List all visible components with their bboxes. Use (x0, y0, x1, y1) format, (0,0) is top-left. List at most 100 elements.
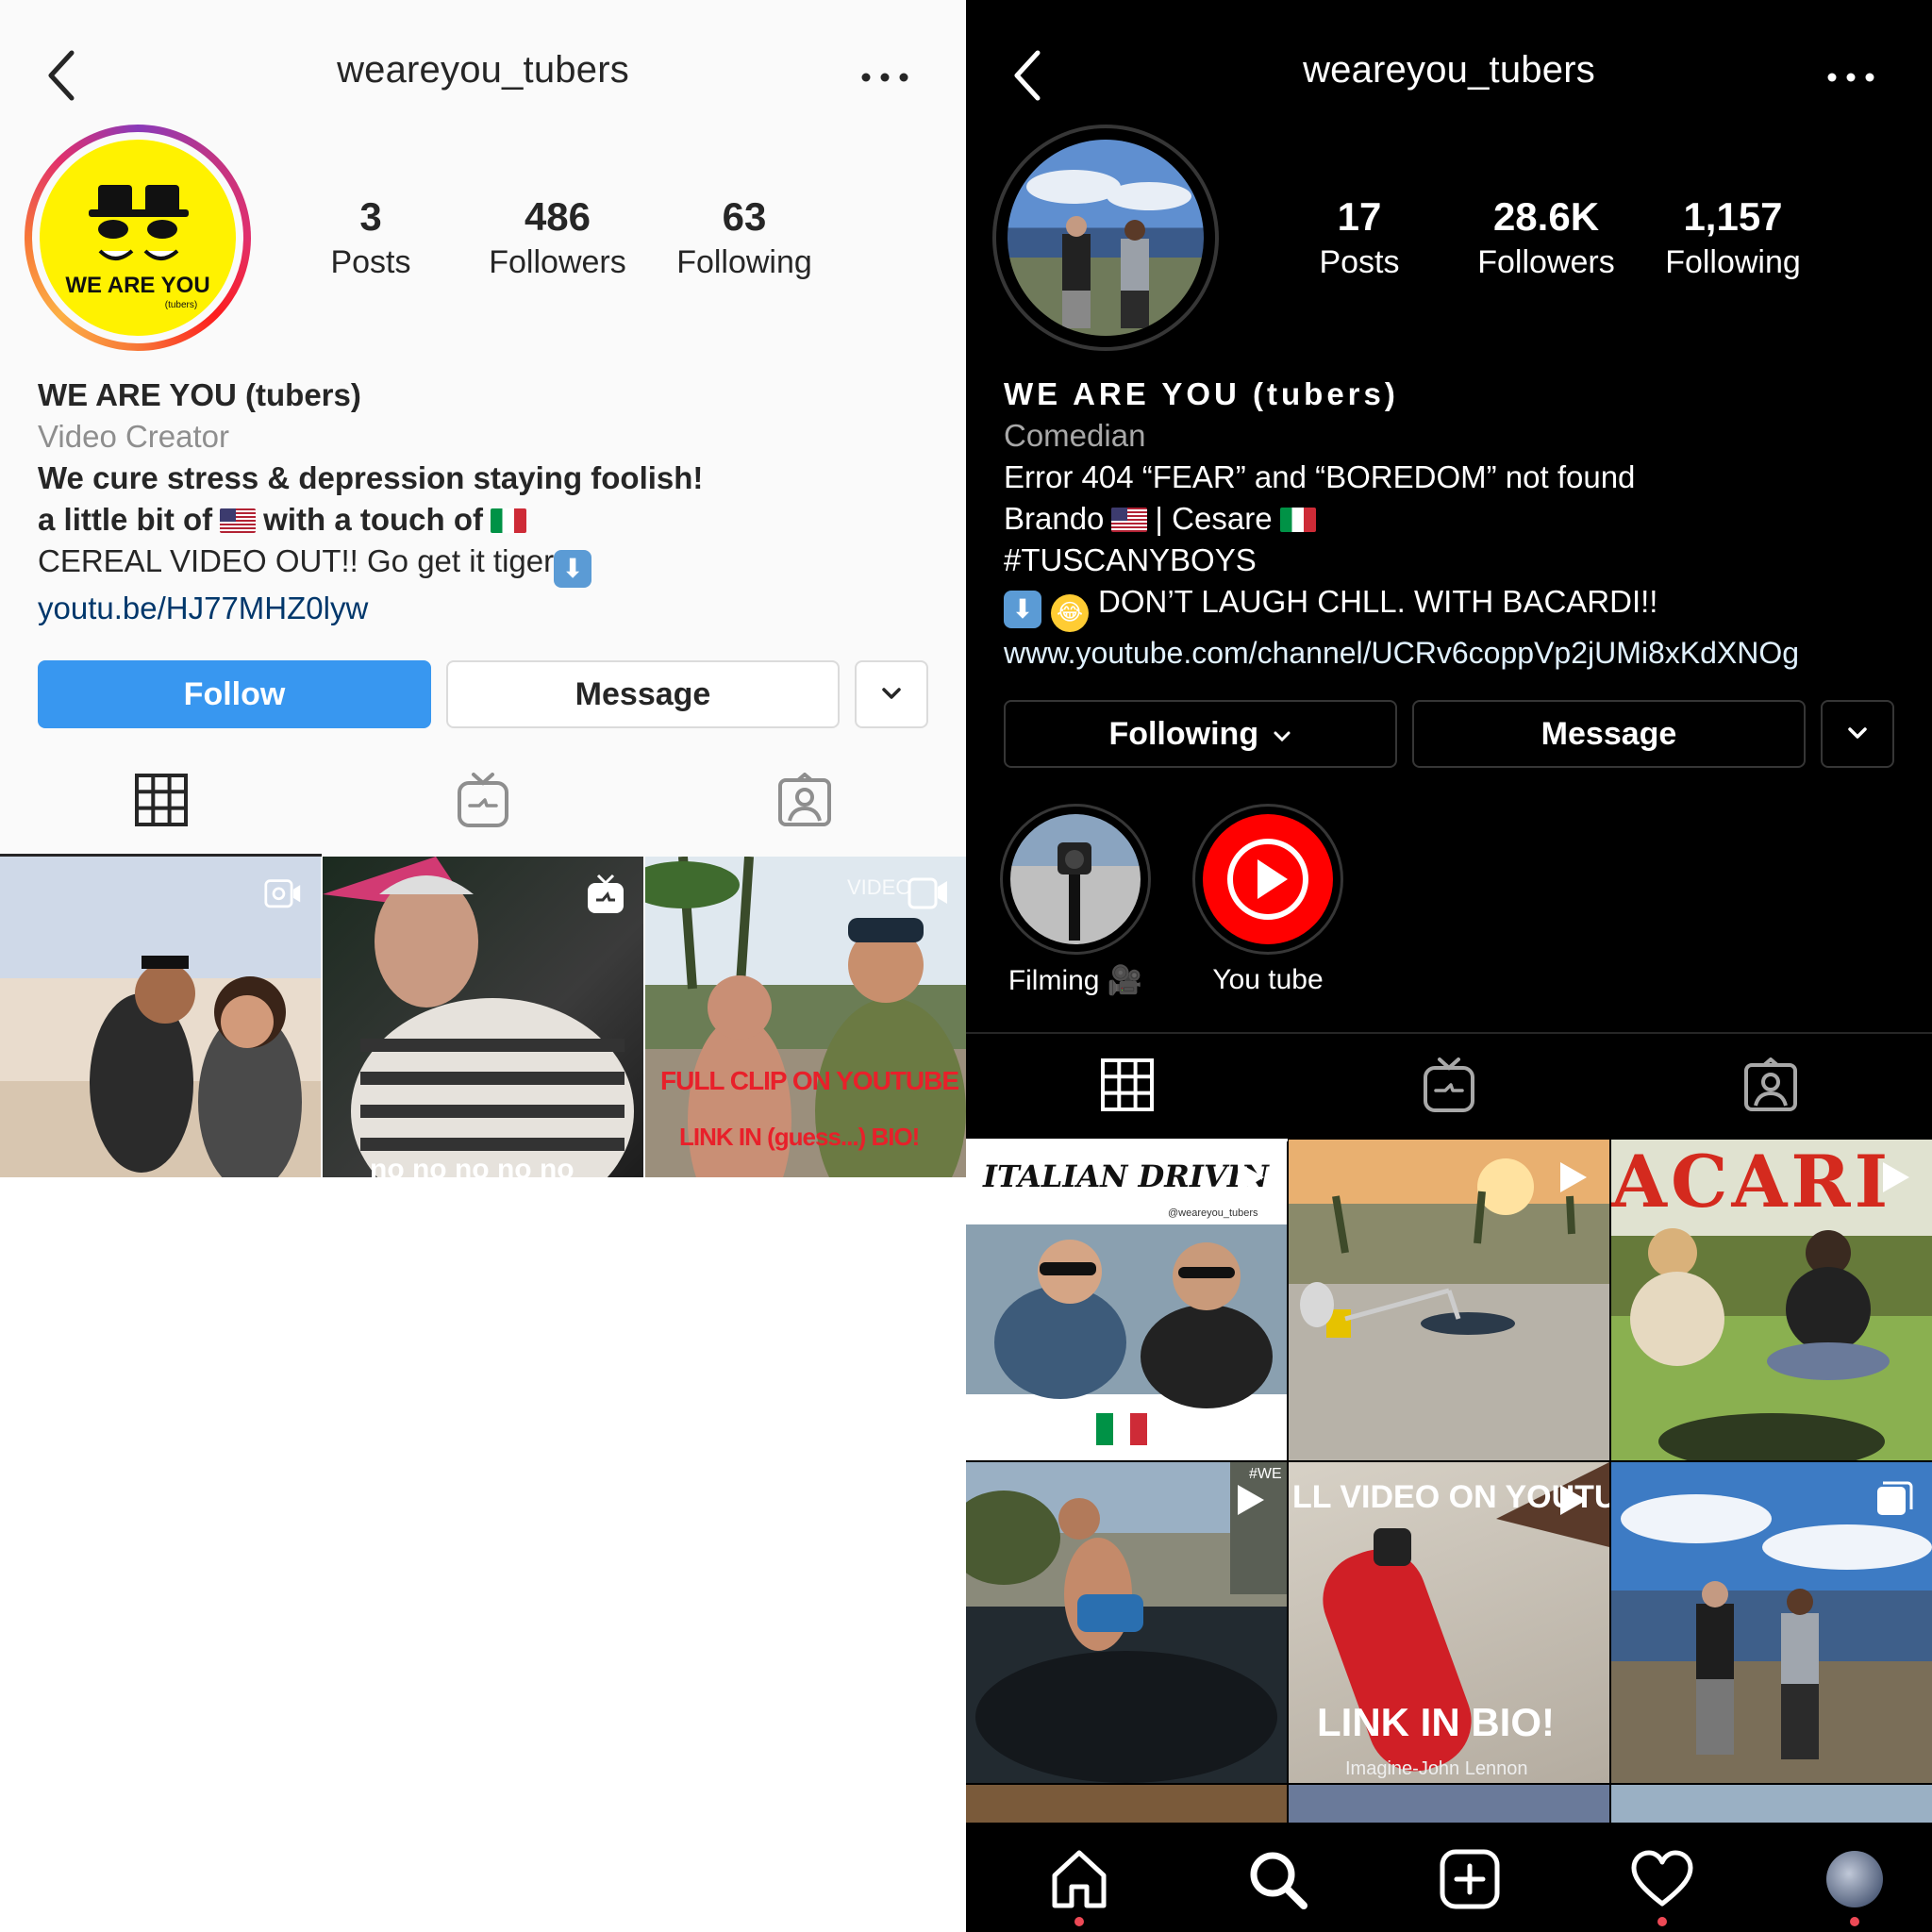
nav-home[interactable] (1043, 1843, 1115, 1926)
profile-display-name: WE ARE YOU (tubers) (38, 377, 361, 412)
tagged-icon (1743, 1058, 1797, 1111)
post-thumbnail[interactable]: LL VIDEO ON YOUTU LINK IN BIO! Imagine-J… (1289, 1462, 1609, 1783)
chevron-down-icon (882, 688, 901, 699)
profile-username: weareyou_tubers (337, 49, 629, 91)
stat-posts[interactable]: 3 Posts (277, 192, 464, 283)
igtv-icon (1423, 1058, 1474, 1112)
bio-line: Brando | Cesare (1004, 498, 1799, 540)
igtv-icon (457, 773, 508, 827)
profile-avatar[interactable] (992, 125, 1219, 351)
highlight-cover-image (1058, 842, 1091, 941)
post-thumbnail[interactable] (1289, 1785, 1609, 1823)
activity-dot (1074, 1917, 1084, 1926)
chevron-down-icon (1274, 731, 1291, 742)
tab-igtv[interactable] (1288, 1028, 1609, 1141)
following-button[interactable]: Following (1004, 700, 1397, 768)
bio-line: a little bit of with a touch of (38, 499, 703, 541)
profile-stats: 3 Posts 486 Followers 63 Following (277, 192, 838, 283)
post-thumbnail[interactable]: #WE (966, 1462, 1287, 1783)
tagged-icon (777, 773, 831, 826)
down-arrow-emoji-icon: ⬇ (1004, 591, 1041, 628)
profile-category: Comedian (1004, 418, 1146, 453)
more-options-icon[interactable] (1823, 58, 1879, 96)
post-thumbnail[interactable]: VIDEO FULL CLIP ON YOUTUBE LINK IN (gues… (645, 857, 966, 1177)
follow-button[interactable]: Follow (38, 660, 431, 728)
highlight-filming[interactable]: Filming 🎥 (1000, 804, 1151, 997)
bio-line: We cure stress & depression staying fool… (38, 460, 704, 495)
play-icon (1560, 1162, 1587, 1192)
post-thumbnail[interactable]: no no no no no (323, 857, 643, 1177)
bio-line: Error 404 “FEAR” and “BOREDOM” not found (1004, 459, 1636, 494)
profile-bio: WE ARE YOU (tubers) Video Creator We cur… (38, 375, 703, 629)
tab-grid[interactable] (0, 743, 322, 857)
svg-text:WE ARE YOU: WE ARE YOU (65, 273, 209, 298)
stat-following[interactable]: 1,157 Following (1640, 192, 1826, 283)
stat-following[interactable]: 63 Following (651, 192, 838, 283)
chevron-down-icon (1848, 727, 1867, 739)
heart-icon (1631, 1850, 1693, 1907)
post-thumbnail[interactable] (1611, 1785, 1932, 1823)
nav-activity[interactable] (1626, 1843, 1698, 1926)
profile-panel-dark: weareyou_tubers 17Posts 28.6KFollowers (966, 0, 1932, 1932)
profile-tabs (966, 1028, 1932, 1141)
play-icon (1238, 1485, 1264, 1515)
tab-tagged[interactable] (643, 743, 965, 857)
carousel-icon (1877, 1481, 1913, 1515)
suggestions-toggle-button[interactable] (1821, 700, 1894, 768)
grid-icon (1100, 1058, 1154, 1111)
post-thumbnail[interactable] (1289, 1140, 1609, 1460)
add-post-icon (1440, 1849, 1500, 1909)
nav-new-post[interactable] (1434, 1843, 1506, 1915)
profile-category: Video Creator (38, 419, 230, 454)
avatar (1826, 1851, 1883, 1907)
us-flag-icon (1111, 508, 1148, 532)
laughing-emoji-icon: 😂 (1051, 594, 1089, 632)
bio-link[interactable]: youtu.be/HJ77MHZ0lyw (38, 588, 703, 629)
highlight-youtube[interactable]: You tube (1192, 804, 1343, 996)
play-icon (1560, 1485, 1587, 1515)
us-flag-icon (220, 508, 257, 533)
empty-area (0, 1177, 966, 1932)
bio-line: CEREAL VIDEO OUT!! Go get it tiger ⬇ (38, 541, 703, 588)
svg-text:(tubers): (tubers) (165, 300, 197, 310)
profile-bio: WE ARE YOU (tubers) Comedian Error 404 “… (1004, 374, 1799, 674)
bio-hashtag[interactable]: #TUSCANYBOYS (1004, 540, 1799, 581)
profile-panel-light: weareyou_tubers WE ARE YOU (tubers) 3 Po… (0, 0, 966, 1932)
profile-display-name: WE ARE YOU (tubers) (1004, 376, 1399, 411)
message-button[interactable]: Message (1412, 700, 1806, 768)
avatar-logo-icon: WE ARE YOU (tubers) (65, 185, 210, 310)
profile-username: weareyou_tubers (1303, 49, 1595, 91)
post-thumbnail[interactable] (966, 1785, 1287, 1823)
italy-flag-icon (1279, 508, 1316, 532)
play-icon (1227, 839, 1308, 920)
post-thumbnail[interactable]: ACARI (1611, 1140, 1932, 1460)
igtv-icon (588, 874, 624, 913)
stat-followers[interactable]: 28.6K Followers (1453, 192, 1640, 283)
stat-posts[interactable]: 17 Posts (1266, 192, 1453, 283)
post-thumbnail[interactable] (0, 857, 321, 1177)
profile-stats: 17 Posts 28.6K Followers 1,157 Following (1266, 192, 1826, 283)
tab-tagged[interactable] (1609, 1028, 1931, 1141)
bio-line: ⬇ 😂 DON’T LAUGH CHLL. WITH BACARDI!! (1004, 581, 1799, 632)
tab-igtv[interactable] (322, 743, 643, 857)
italy-flag-icon (490, 508, 526, 533)
play-icon (1883, 1162, 1909, 1192)
tab-grid[interactable] (966, 1028, 1288, 1141)
more-options-icon[interactable] (857, 58, 913, 96)
profile-avatar[interactable]: WE ARE YOU (tubers) (25, 125, 251, 351)
bio-link[interactable]: www.youtube.com/channel/UCRv6coppVp2jUMi… (1004, 632, 1799, 674)
search-icon (1250, 1852, 1307, 1909)
grid-icon (134, 774, 188, 826)
post-thumbnail[interactable]: ITALIAN DRIVIN @weareyou_tubers (966, 1140, 1287, 1460)
nav-profile[interactable] (1819, 1843, 1890, 1926)
activity-dot (1850, 1917, 1859, 1926)
nav-search[interactable] (1241, 1843, 1313, 1915)
activity-dot (1657, 1917, 1667, 1926)
stat-followers[interactable]: 486 Followers (464, 192, 651, 283)
video-icon (908, 877, 947, 909)
post-thumbnail[interactable] (1611, 1462, 1932, 1783)
message-button[interactable]: Message (446, 660, 840, 728)
bottom-nav-bar (966, 1826, 1932, 1932)
play-icon (1238, 1162, 1264, 1192)
suggestions-toggle-button[interactable] (855, 660, 928, 728)
